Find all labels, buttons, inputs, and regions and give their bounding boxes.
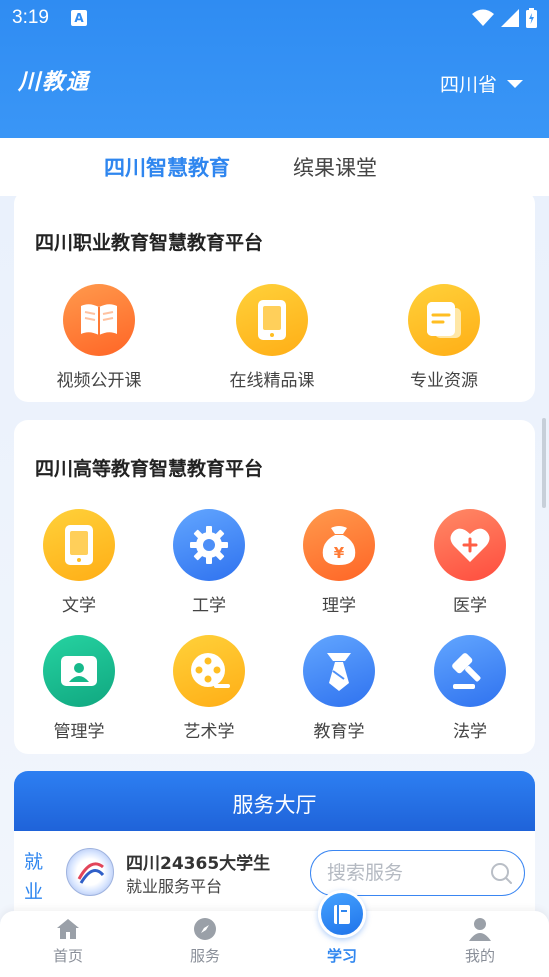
heart-plus-icon [434, 509, 506, 581]
icon-label: 艺术学 [183, 722, 235, 742]
province-selector[interactable]: 四川省 [440, 70, 523, 97]
nav-study[interactable]: 学习 [297, 890, 387, 977]
battery-icon [526, 8, 537, 28]
bottom-navigation: 首页 服务 学习 我的 [0, 890, 549, 977]
document-icon [408, 284, 480, 356]
compass-icon [194, 918, 216, 940]
scrollbar[interactable] [542, 418, 546, 508]
nav-label: 服务 [189, 947, 220, 965]
video-open-course[interactable]: 视频公开课 [34, 284, 164, 391]
tab-sichuan-smart-education[interactable]: 四川智慧教育 [104, 152, 230, 182]
top-tabs: 四川智慧教育 缤果课堂 [0, 138, 549, 196]
subject-education[interactable]: 教育学 [274, 635, 404, 742]
employment-platform-logo [66, 848, 114, 896]
service-panel: 就业 四川24365大学生 就业服务平台 [14, 831, 535, 921]
subject-medicine[interactable]: 医学 [405, 509, 535, 616]
vocational-education-card: 四川职业教育智慧教育平台 视频公开课 在线精品课 专业资源 [14, 190, 535, 402]
icon-label: 视频公开课 [56, 371, 142, 391]
status-indicators [472, 8, 537, 28]
province-label: 四川省 [439, 74, 497, 96]
nav-label: 我的 [464, 947, 495, 965]
status-bar: 3:19 A [0, 0, 549, 36]
icon-label: 文学 [62, 596, 96, 616]
employment-platform-title[interactable]: 四川24365大学生 [126, 849, 270, 874]
person-icon [469, 918, 491, 941]
wifi-icon [472, 9, 494, 26]
higher-education-card: 四川高等教育智慧教育平台 文学 工学 ¥ 理学 医学 管理学 艺术学 教育学 法… [14, 420, 535, 754]
money-bag-icon: ¥ [303, 509, 375, 581]
card-title: 四川高等教育智慧教育平台 [35, 458, 264, 480]
professional-resources[interactable]: 专业资源 [379, 284, 509, 391]
signal-icon [501, 9, 519, 27]
icon-label: 理学 [322, 596, 356, 616]
active-nav-bubble [318, 890, 366, 938]
home-icon [57, 919, 79, 939]
notification-icon: A [70, 10, 87, 26]
subject-law[interactable]: 法学 [405, 635, 535, 742]
nav-label: 学习 [326, 947, 357, 965]
gavel-icon [434, 635, 506, 707]
nav-services[interactable]: 服务 [160, 911, 250, 977]
subject-science[interactable]: ¥ 理学 [274, 509, 404, 616]
tie-icon [303, 635, 375, 707]
service-hall-title: 服务大厅 [232, 793, 317, 817]
subject-literature[interactable]: 文学 [14, 509, 144, 616]
icon-label: 专业资源 [410, 371, 478, 391]
gear-icon [173, 509, 245, 581]
employment-tag[interactable]: 就业 [24, 847, 48, 907]
book-icon [63, 284, 135, 356]
film-reel-icon [173, 635, 245, 707]
online-quality-course[interactable]: 在线精品课 [207, 284, 337, 391]
employment-platform-subtitle[interactable]: 就业服务平台 [126, 873, 222, 897]
svg-text:¥: ¥ [334, 544, 345, 562]
subject-management[interactable]: 管理学 [14, 635, 144, 742]
icon-label: 教育学 [313, 722, 365, 742]
subject-engineering[interactable]: 工学 [144, 509, 274, 616]
app-logo: 川教通 [18, 69, 91, 95]
tablet-icon [236, 284, 308, 356]
icon-label: 工学 [192, 596, 226, 616]
book-icon [334, 905, 350, 924]
tablet-icon [43, 509, 115, 581]
icon-label: 管理学 [53, 722, 105, 742]
service-hall-header: 服务大厅 [14, 771, 535, 831]
subject-arts[interactable]: 艺术学 [144, 635, 274, 742]
icon-label: 在线精品课 [229, 371, 315, 391]
search-input[interactable] [327, 862, 477, 884]
app-header: 3:19 A 川教通 四川省 [0, 0, 549, 138]
user-card-icon [43, 635, 115, 707]
search-icon[interactable] [490, 862, 512, 884]
icon-label: 法学 [453, 722, 487, 742]
caret-down-icon [507, 79, 523, 88]
icon-label: 医学 [453, 596, 487, 616]
tab-bingo-classroom[interactable]: 缤果课堂 [293, 152, 377, 182]
nav-home[interactable]: 首页 [23, 911, 113, 977]
status-time: 3:19 [12, 7, 49, 28]
card-title: 四川职业教育智慧教育平台 [35, 232, 264, 254]
nav-mine[interactable]: 我的 [435, 911, 525, 977]
nav-label: 首页 [52, 947, 83, 965]
